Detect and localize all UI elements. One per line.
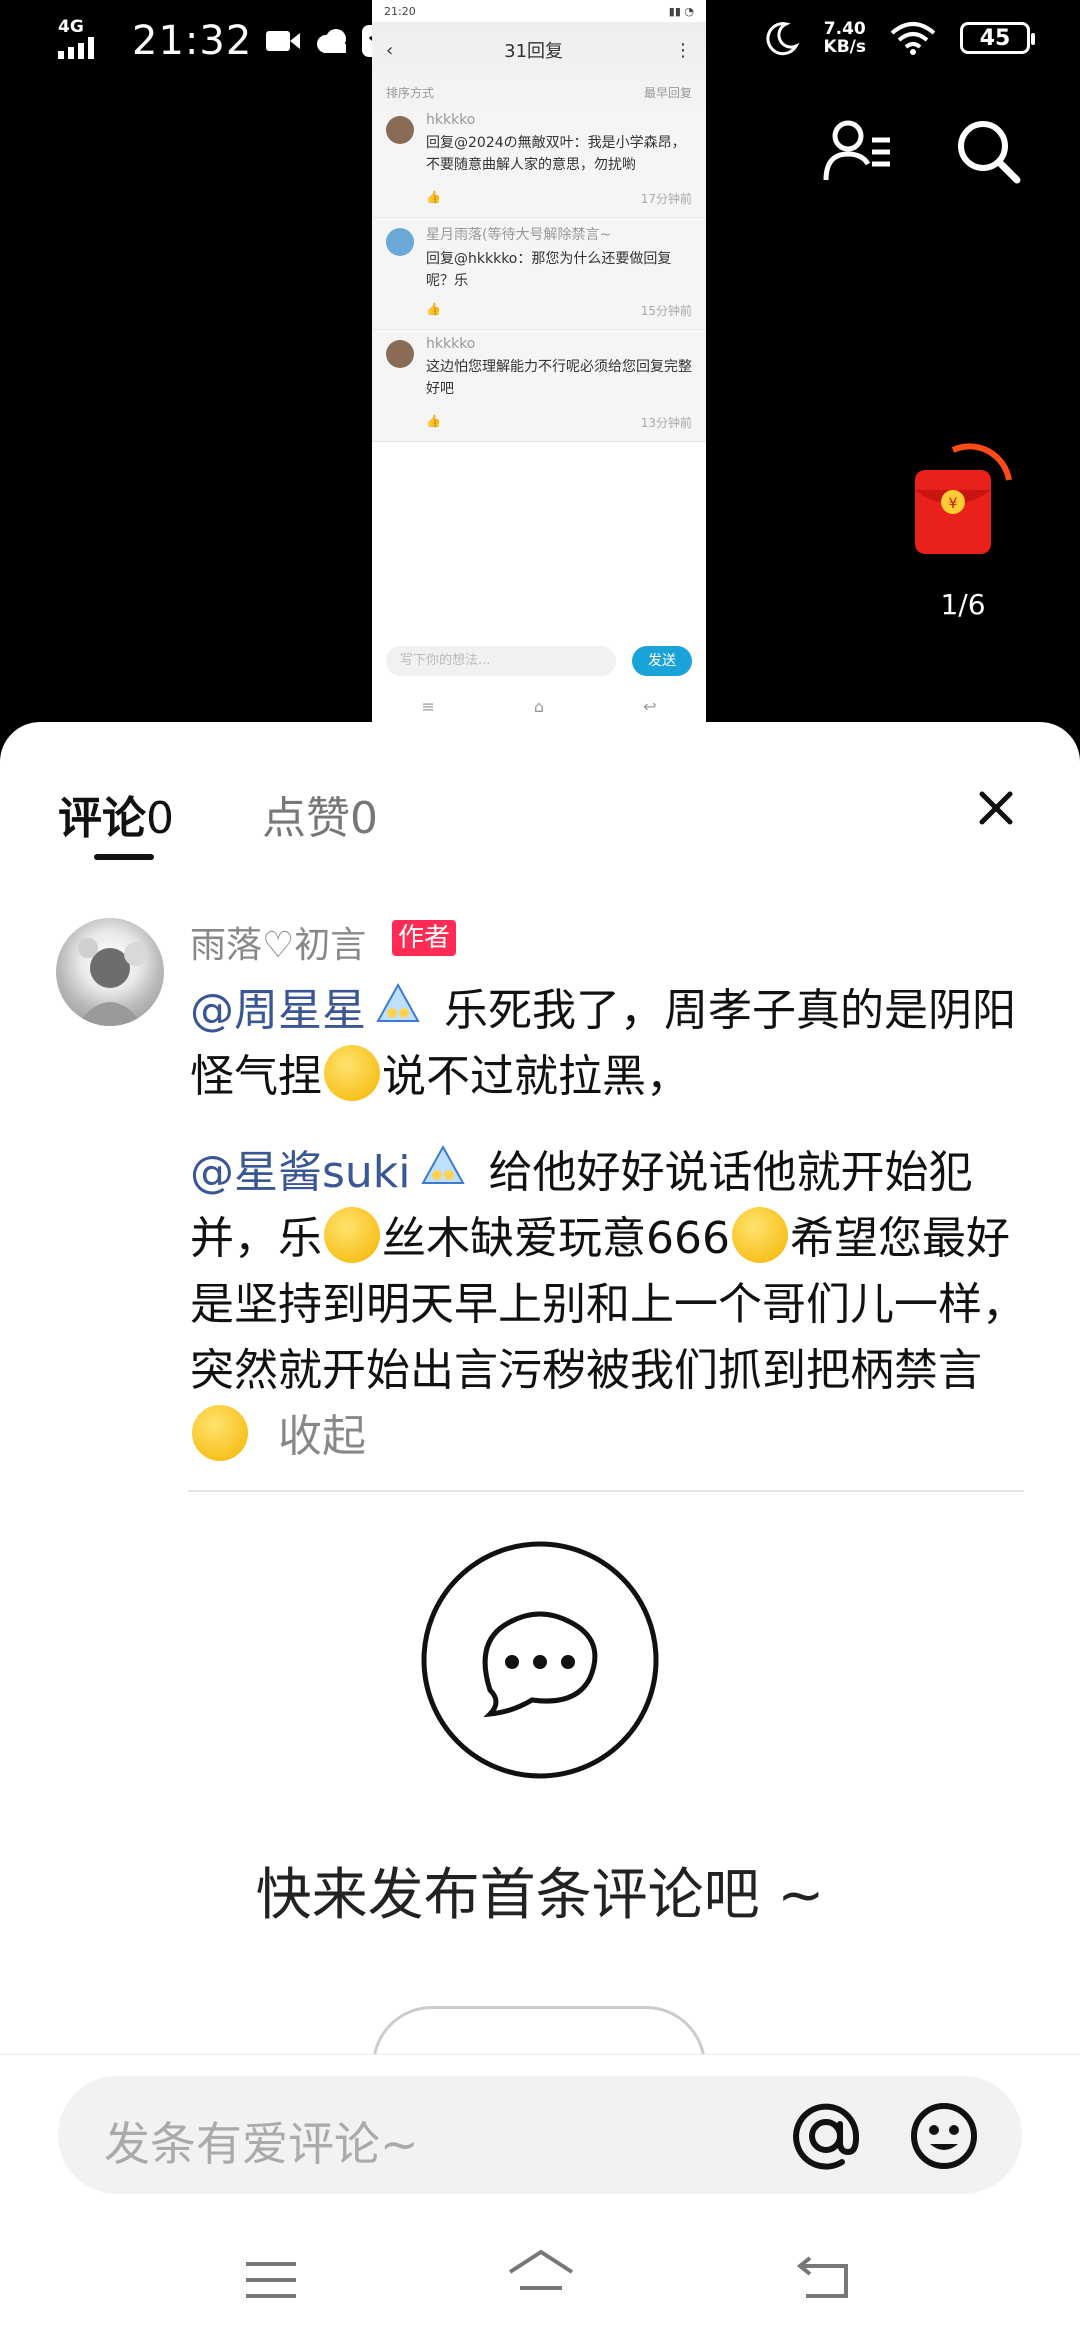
search-icon[interactable]: [955, 118, 1021, 184]
inner-status-icons: ▮▮ ◔: [668, 4, 694, 18]
red-packet-count: 1/6: [940, 588, 986, 621]
inner-reply-avatar: [386, 340, 414, 368]
inner-home-icon: ⌂: [533, 696, 545, 716]
inner-status-bar: 21:20 ▮▮ ◔: [372, 0, 706, 22]
inner-reply-avatar: [386, 228, 414, 256]
clock: 21:32: [132, 18, 253, 64]
comment-input-placeholder: 发条有爱评论~: [104, 2117, 419, 2171]
inner-back-icon: ‹: [386, 39, 394, 61]
inner-send-button: 发送: [632, 646, 692, 676]
empty-state-text: 快来发布首条评论吧 ~: [255, 1863, 825, 1928]
inner-reply: hkkkko 这边怕您理解能力不行呢必须给您回复完整好吧 👍 13分钟前: [372, 330, 706, 442]
network-type: 4G: [58, 17, 84, 37]
inner-more-icon: ⋮: [673, 39, 692, 61]
comment-text: 丝木缺爱玩意666: [382, 1213, 730, 1264]
blue-face-emoji-icon: [420, 1144, 465, 1184]
inner-reply-name: hkkkko: [426, 112, 476, 128]
inner-title: 31回复: [504, 41, 564, 62]
inner-nav-bar: ≡ ⌂ ↩: [372, 690, 706, 722]
cloud-icon: [317, 29, 347, 53]
inner-reply-time: 13分钟前: [640, 416, 692, 430]
red-packet-icon[interactable]: ¥: [913, 440, 1013, 560]
battery-level: 45: [979, 25, 1011, 51]
inner-reply: hkkkko 回复@2024の無敵双叶：我是小学森昂，不要随意曲解人家的意思，勿…: [372, 106, 706, 218]
network-speed: 7.40 KB/s: [824, 20, 866, 56]
chat-bubble-icon: [421, 1541, 659, 1779]
tab-likes-count: 0: [350, 793, 378, 844]
tab-comments-label: 评论: [58, 793, 146, 844]
author-avatar[interactable]: [56, 918, 164, 1026]
tab-likes-label: 点赞: [262, 793, 350, 844]
covering-mouth-emoji-icon: [324, 1207, 380, 1263]
inner-input: 写下你的想法...: [386, 646, 616, 676]
wifi-icon: [890, 22, 936, 55]
inner-back-nav-icon: ↩: [643, 696, 657, 716]
moon-icon: [766, 22, 800, 56]
inner-like-icon: 👍: [426, 190, 441, 204]
tab-comments[interactable]: 评论0: [58, 782, 174, 846]
inner-reply-footer: 👍 13分钟前: [426, 414, 692, 431]
battery-icon: 45: [960, 22, 1035, 54]
comment-body: @周星星 乐死我了，周孝子真的是阴阳怪气捏 说不过就拉黑， @星酱suki 给他好…: [190, 978, 1030, 1470]
close-icon[interactable]: [978, 790, 1014, 826]
inner-reply-name: hkkkko: [426, 336, 476, 352]
yum-emoji-icon: [192, 1405, 248, 1461]
collapse-link[interactable]: 收起: [278, 1411, 366, 1462]
status-right: 7.40 KB/s 45: [764, 20, 1035, 56]
inner-like-icon: 👍: [426, 414, 441, 428]
inner-reply-text: 这边怕您理解能力不行呢必须给您回复完整好吧: [426, 359, 692, 397]
avatar-image: [76, 938, 148, 1026]
tab-likes[interactable]: 点赞0: [262, 782, 378, 846]
inner-reply-time: 15分钟前: [640, 304, 692, 318]
inner-reply: 星月雨落(等待大号解除禁言~ 回复@hkkkko：那您为什么还要做回复呢？乐 👍…: [372, 218, 706, 330]
divider: [188, 1490, 1024, 1492]
inner-reply-footer: 👍 15分钟前: [426, 302, 692, 319]
video-icon: [266, 31, 301, 51]
inner-reply-text: 回复@2024の無敵双叶：我是小学森昂，不要随意曲解人家的意思，勿扰喲: [426, 135, 686, 173]
inner-reply-avatar: [386, 116, 414, 144]
inner-sort-label: 排序方式: [386, 85, 435, 100]
inner-reply-text: 回复@hkkkko：那您为什么还要做回复呢？乐: [426, 251, 672, 289]
inner-header: ‹ 31回复 ⋮: [372, 22, 706, 78]
author-name[interactable]: 雨落♡初言: [190, 916, 366, 968]
comment-text: 说不过就拉黑，: [382, 1051, 690, 1102]
mention-at-icon[interactable]: [792, 2102, 860, 2170]
signal-icon: 4G: [58, 17, 118, 61]
inner-reply-footer: 👍 17分钟前: [426, 190, 692, 207]
inner-like-icon: 👍: [426, 302, 441, 316]
mention-link[interactable]: @星酱suki: [190, 1147, 411, 1198]
blue-face-emoji-icon: [376, 982, 420, 1022]
inner-clock: 21:20: [384, 4, 416, 18]
mention-link[interactable]: @周星星: [190, 985, 366, 1036]
inner-reply-name: 星月雨落(等待大号解除禁言~: [426, 227, 612, 243]
emoji-picker-icon[interactable]: [910, 2102, 978, 2170]
author-badge: 作者: [392, 920, 457, 956]
user-list-icon[interactable]: [822, 118, 894, 184]
speed-unit: KB/s: [823, 37, 866, 57]
svg-text:¥: ¥: [949, 496, 958, 512]
menu-nav-icon[interactable]: [244, 2260, 298, 2300]
inner-sort-value: 最早回复: [643, 85, 692, 100]
home-nav-icon[interactable]: [506, 2248, 576, 2304]
back-nav-icon[interactable]: [796, 2256, 852, 2300]
covering-mouth-emoji-icon: [324, 1045, 380, 1101]
speed-value: 7.40: [823, 19, 866, 39]
inner-menu-icon: ≡: [421, 696, 435, 716]
halo-smile-emoji-icon: [731, 1207, 788, 1263]
tab-comments-count: 0: [146, 793, 174, 844]
shared-screenshot[interactable]: 21:20 ▮▮ ◔ ‹ 31回复 ⋮ 排序方式 最早回复 hkkkko 回复@…: [372, 0, 706, 722]
active-tab-indicator: [94, 854, 154, 860]
inner-sort-bar: 排序方式 最早回复: [372, 78, 706, 106]
inner-reply-time: 17分钟前: [640, 192, 692, 206]
